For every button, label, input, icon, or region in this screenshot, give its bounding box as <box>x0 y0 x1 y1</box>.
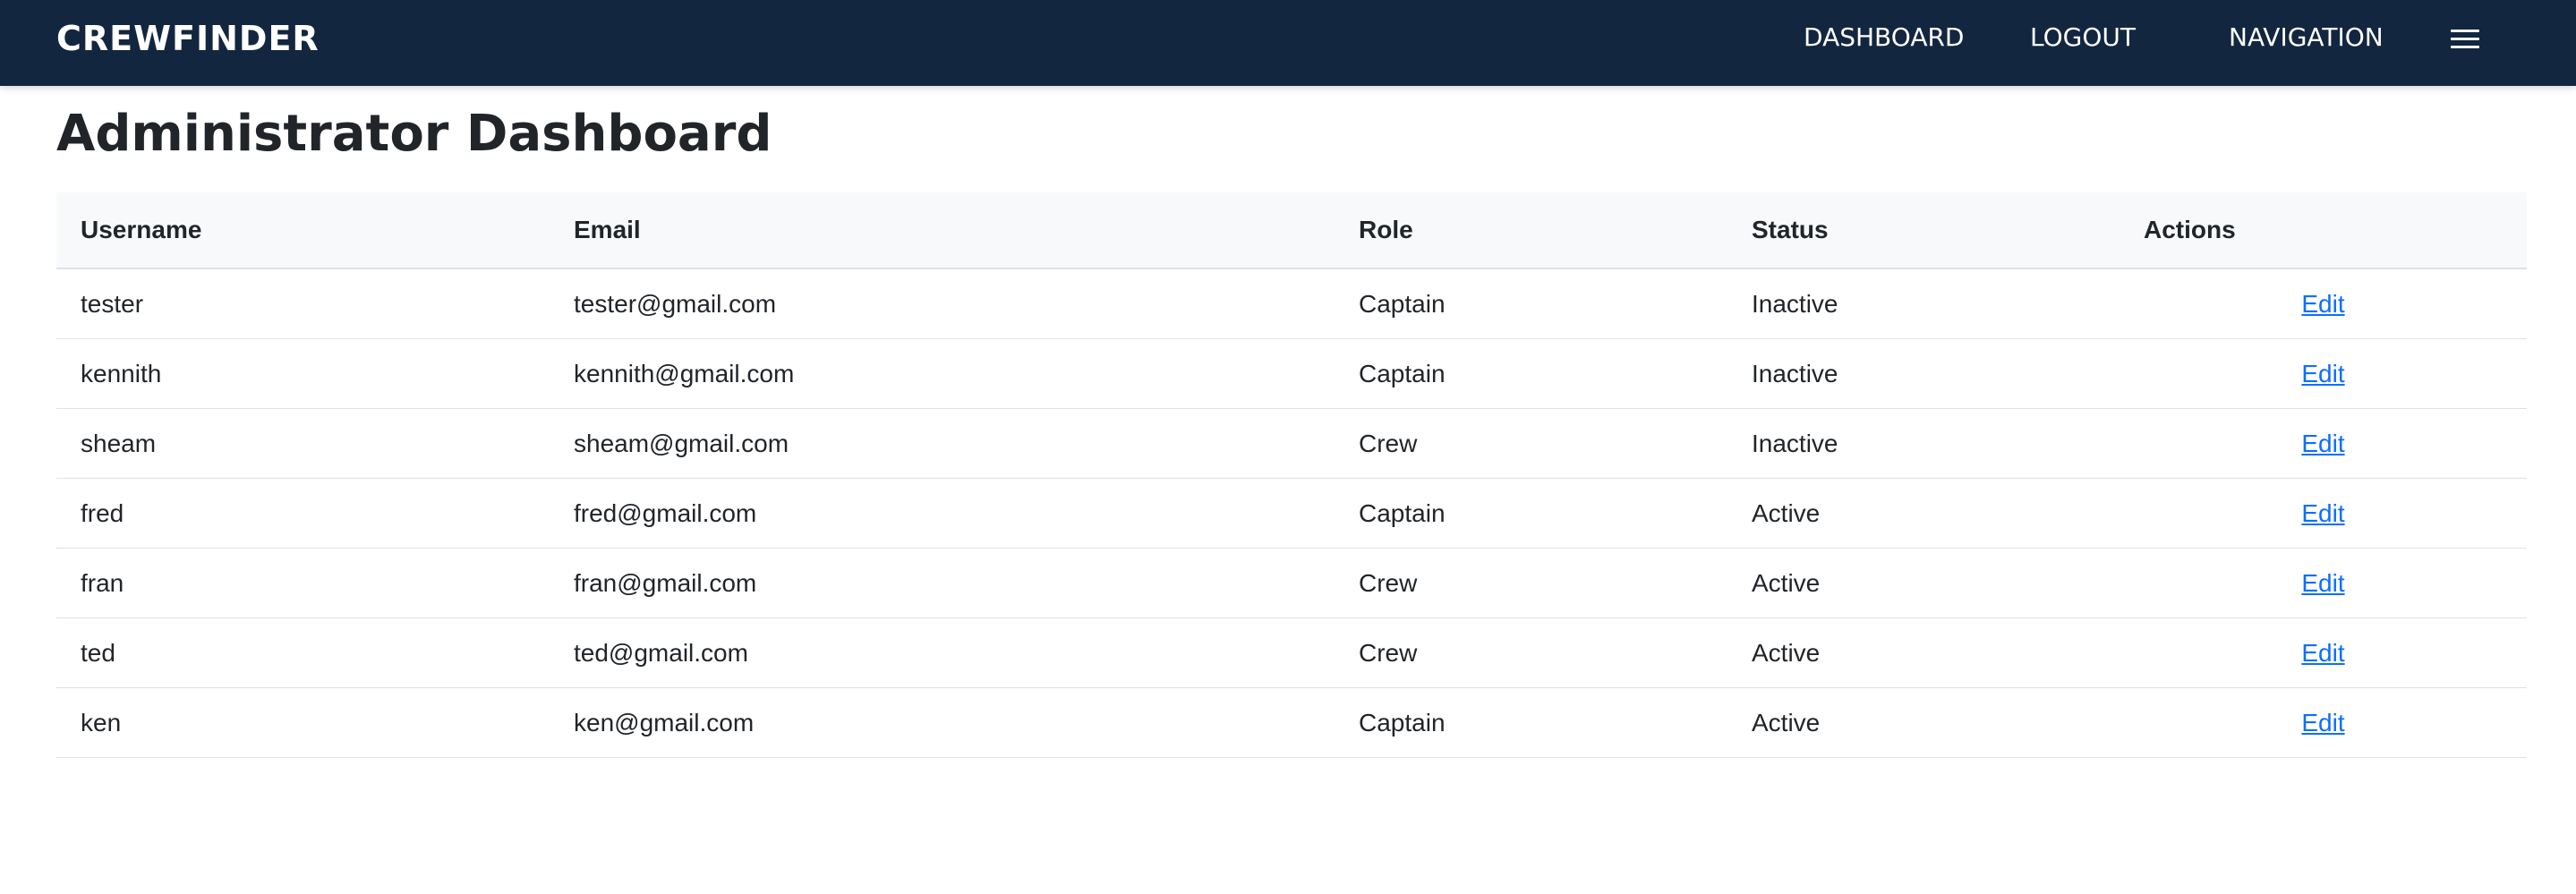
table-row: fred fred@gmail.com Captain Active Edit <box>56 478 2527 549</box>
cell-role: Captain <box>1335 338 1727 409</box>
cell-status: Active <box>1727 687 2120 758</box>
hamburger-bar <box>2451 46 2479 48</box>
hamburger-bar <box>2451 38 2479 40</box>
users-table: Username Email Role Status Actions teste… <box>56 192 2527 758</box>
cell-role: Captain <box>1335 268 1727 339</box>
edit-link[interactable]: Edit <box>2301 360 2344 387</box>
table-row: sheam sheam@gmail.com Crew Inactive Edit <box>56 408 2527 479</box>
cell-username: ken <box>56 687 550 758</box>
edit-link[interactable]: Edit <box>2301 430 2344 457</box>
cell-actions: Edit <box>2120 408 2527 479</box>
cell-email: sheam@gmail.com <box>550 408 1335 479</box>
cell-username: fred <box>56 478 550 549</box>
table-row: ted ted@gmail.com Crew Active Edit <box>56 617 2527 688</box>
table-row: fran fran@gmail.com Crew Active Edit <box>56 548 2527 618</box>
edit-link[interactable]: Edit <box>2301 639 2344 667</box>
cell-actions: Edit <box>2120 338 2527 409</box>
cell-status: Inactive <box>1727 408 2120 479</box>
table-row: kennith kennith@gmail.com Captain Inacti… <box>56 338 2527 409</box>
nav-link-dashboard[interactable]: DASHBOARD <box>1804 20 1964 55</box>
cell-username: tester <box>56 268 550 339</box>
cell-status: Active <box>1727 478 2120 549</box>
cell-username: ted <box>56 617 550 688</box>
cell-status: Inactive <box>1727 338 2120 409</box>
column-header-username: Username <box>56 192 550 269</box>
table-row: ken ken@gmail.com Captain Active Edit <box>56 687 2527 758</box>
cell-role: Crew <box>1335 617 1727 688</box>
table-header-row: Username Email Role Status Actions <box>56 192 2527 269</box>
cell-username: fran <box>56 548 550 618</box>
cell-email: kennith@gmail.com <box>550 338 1335 409</box>
table-header: Username Email Role Status Actions <box>56 192 2527 269</box>
cell-email: fred@gmail.com <box>550 478 1335 549</box>
table-row: tester tester@gmail.com Captain Inactive… <box>56 268 2527 339</box>
column-header-email: Email <box>550 192 1335 269</box>
cell-role: Captain <box>1335 687 1727 758</box>
column-header-role: Role <box>1335 192 1727 269</box>
cell-role: Crew <box>1335 548 1727 618</box>
cell-actions: Edit <box>2120 268 2527 339</box>
column-header-actions: Actions <box>2120 192 2527 269</box>
hamburger-menu-icon[interactable] <box>2451 27 2479 51</box>
cell-actions: Edit <box>2120 617 2527 688</box>
cell-username: kennith <box>56 338 550 409</box>
edit-link[interactable]: Edit <box>2301 709 2344 736</box>
cell-email: fran@gmail.com <box>550 548 1335 618</box>
nav-link-logout[interactable]: LOGOUT <box>2030 20 2136 55</box>
cell-username: sheam <box>56 408 550 479</box>
hamburger-bar <box>2451 30 2479 32</box>
table-body: tester tester@gmail.com Captain Inactive… <box>56 268 2527 758</box>
cell-email: ken@gmail.com <box>550 687 1335 758</box>
cell-status: Inactive <box>1727 268 2120 339</box>
cell-actions: Edit <box>2120 478 2527 549</box>
edit-link[interactable]: Edit <box>2301 499 2344 527</box>
cell-status: Active <box>1727 548 2120 618</box>
edit-link[interactable]: Edit <box>2301 290 2344 318</box>
cell-email: tester@gmail.com <box>550 268 1335 339</box>
cell-actions: Edit <box>2120 687 2527 758</box>
top-navbar: CREWFINDER DASHBOARD LOGOUT NAVIGATION <box>0 0 2576 86</box>
cell-status: Active <box>1727 617 2120 688</box>
brand-logo[interactable]: CREWFINDER <box>56 16 320 61</box>
page-title: Administrator Dashboard <box>56 105 772 163</box>
cell-email: ted@gmail.com <box>550 617 1335 688</box>
cell-role: Captain <box>1335 478 1727 549</box>
cell-role: Crew <box>1335 408 1727 479</box>
cell-actions: Edit <box>2120 548 2527 618</box>
column-header-status: Status <box>1727 192 2120 269</box>
edit-link[interactable]: Edit <box>2301 569 2344 597</box>
nav-link-navigation[interactable]: NAVIGATION <box>2229 20 2384 55</box>
